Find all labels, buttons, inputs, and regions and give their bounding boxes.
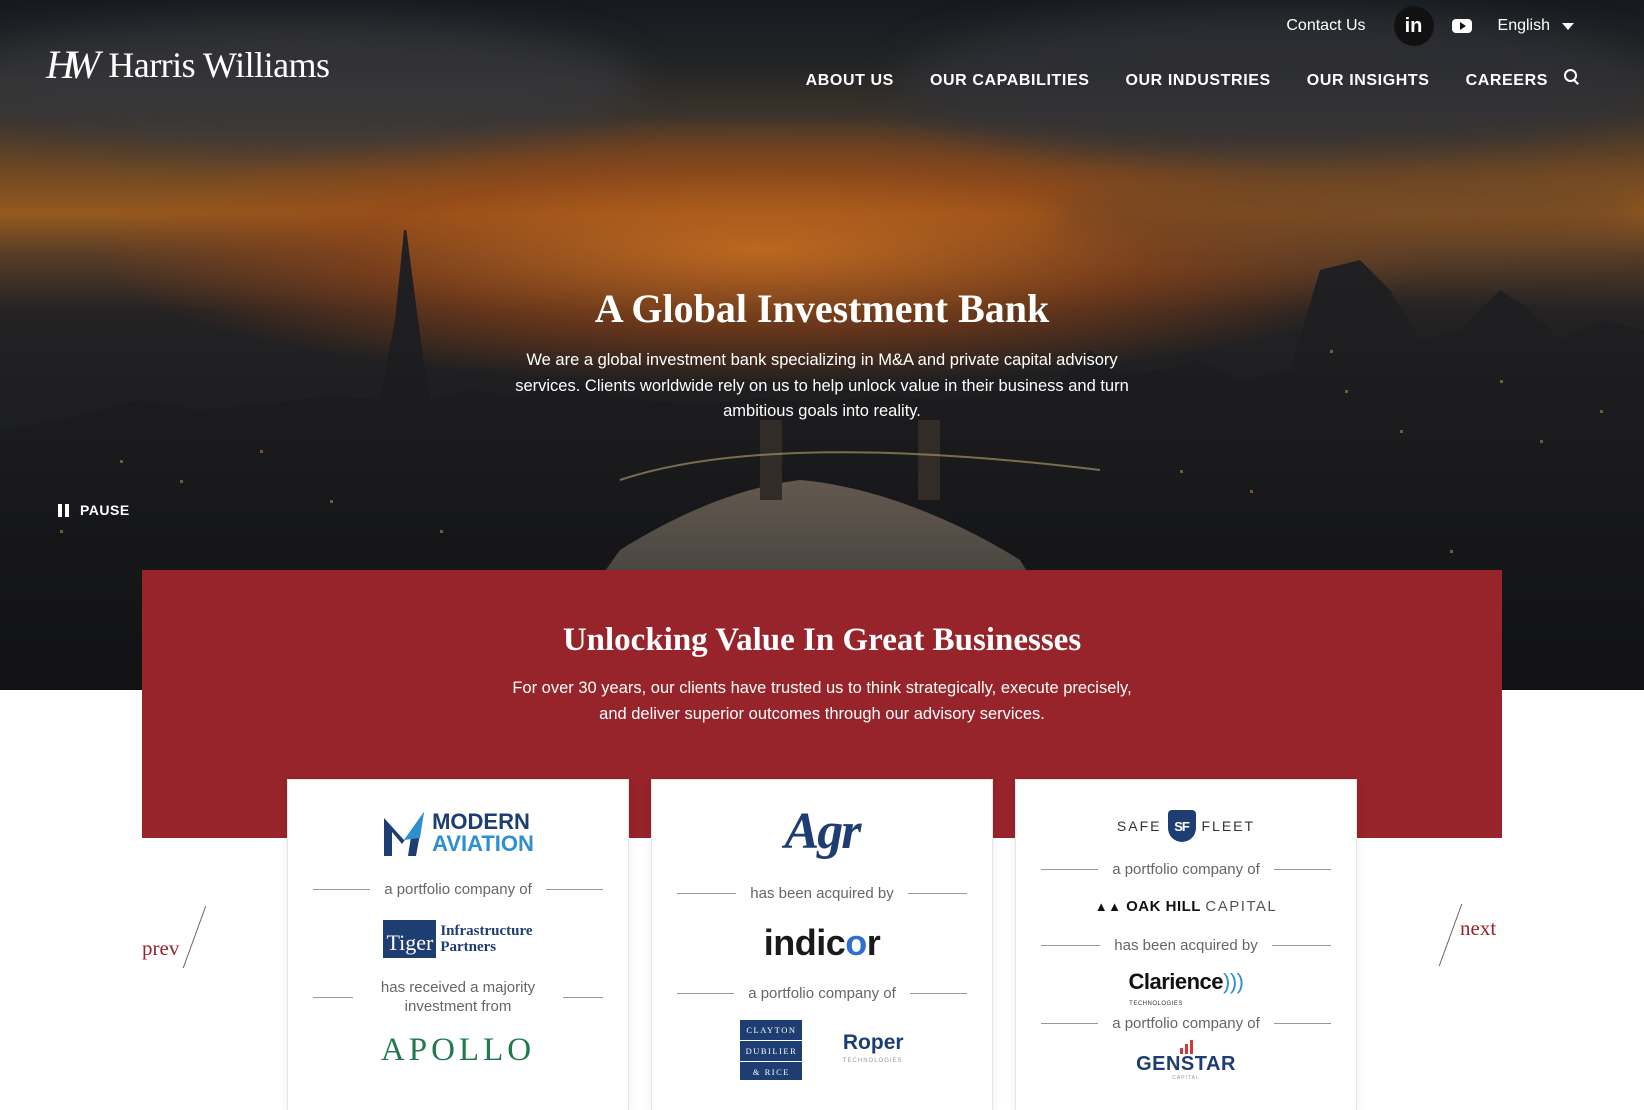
next-divider: [1438, 903, 1463, 967]
hero-subtitle: We are a global investment bank speciali…: [515, 351, 1129, 420]
card-separator: a portfolio company of: [677, 984, 967, 1003]
tiger-logo-line2: Partners: [440, 939, 497, 955]
harris-williams-logo[interactable]: HW Harris Williams: [46, 44, 330, 86]
card-separator: has been acquired by: [677, 884, 967, 903]
roper-logo: Roper TECHNOLOGIES: [842, 1031, 904, 1064]
tiger-logo-box: Tiger: [383, 920, 437, 958]
contact-us-link[interactable]: Contact Us: [1286, 17, 1365, 35]
card-separator: has received a majority investment from: [313, 978, 603, 1016]
tiger-logo-line1: Infrastructure: [440, 923, 533, 939]
logo-wordmark: Harris Williams: [108, 45, 330, 85]
tiger-infrastructure-logo: Tiger Infrastructure Partners: [383, 920, 533, 958]
language-selector[interactable]: English: [1498, 17, 1574, 35]
genstar-logo: GENSTAR CAPITAL: [1016, 1040, 1356, 1081]
pause-button[interactable]: PAUSE: [58, 502, 130, 518]
clarience-logo: Clarience))) TECHNOLOGIES: [1128, 969, 1244, 1008]
main-nav: ABOUT US OUR CAPABILITIES OUR INDUSTRIES…: [770, 69, 1580, 90]
chevron-down-icon: [1562, 22, 1574, 30]
deal-card[interactable]: SAFE SF FLEET a portfolio company of ▲▲ …: [1016, 780, 1356, 1110]
genstar-bars-icon: [1180, 1040, 1193, 1054]
card-separator: a portfolio company of: [1041, 860, 1331, 879]
indicor-logo: indicor: [763, 922, 881, 963]
modern-aviation-logo: MODERN AVIATION: [382, 808, 534, 858]
agr-logo: Agr: [784, 803, 862, 860]
oak-hill-capital-logo: ▲▲ OAK HILL CAPITAL: [1094, 898, 1278, 915]
next-button[interactable]: next: [1460, 916, 1496, 941]
prev-button[interactable]: prev: [142, 936, 179, 961]
card-separator: has been acquired by: [1041, 936, 1331, 955]
safe-fleet-logo: SAFE SF FLEET: [1117, 810, 1255, 842]
youtube-icon[interactable]: [1451, 19, 1472, 33]
card-separator: a portfolio company of: [1041, 1014, 1331, 1033]
nav-our-capabilities[interactable]: OUR CAPABILITIES: [930, 72, 1090, 90]
oak-hill-mark-icon: ▲▲: [1094, 899, 1122, 914]
shield-icon: SF: [1167, 810, 1196, 842]
language-label: English: [1497, 17, 1550, 34]
modern-aviation-line2: AVIATION: [432, 831, 534, 856]
card-separator: a portfolio company of: [313, 880, 603, 899]
prev-divider: [182, 905, 207, 969]
intro-subtitle: For over 30 years, our clients have trus…: [512, 679, 1132, 723]
nav-careers[interactable]: CAREERS: [1466, 72, 1548, 90]
clayton-dubilier-rice-logo: CLAYTON DUBILIER & RICE: [740, 1020, 803, 1080]
pause-label: PAUSE: [80, 502, 130, 518]
deal-card[interactable]: MODERN AVIATION a portfolio company of T…: [288, 780, 628, 1110]
modern-aviation-mark-icon: [384, 812, 425, 856]
pause-icon: [58, 503, 70, 517]
apollo-logo: APOLLO: [380, 1032, 536, 1068]
deal-card[interactable]: Agr has been acquired by indicor a portf…: [652, 780, 992, 1110]
utility-bar: Contact Us in English: [1286, 6, 1574, 46]
nav-about-us[interactable]: ABOUT US: [806, 72, 894, 90]
hero-title: A Global Investment Bank: [594, 286, 1050, 331]
modern-aviation-line1: MODERN: [432, 809, 530, 834]
nav-our-insights[interactable]: OUR INSIGHTS: [1307, 72, 1430, 90]
search-icon[interactable]: [1564, 69, 1580, 85]
linkedin-icon[interactable]: in: [1393, 6, 1434, 46]
nav-our-industries[interactable]: OUR INDUSTRIES: [1125, 72, 1270, 90]
logo-monogram: HW: [46, 42, 100, 87]
intro-title: Unlocking Value In Great Businesses: [562, 622, 1082, 658]
